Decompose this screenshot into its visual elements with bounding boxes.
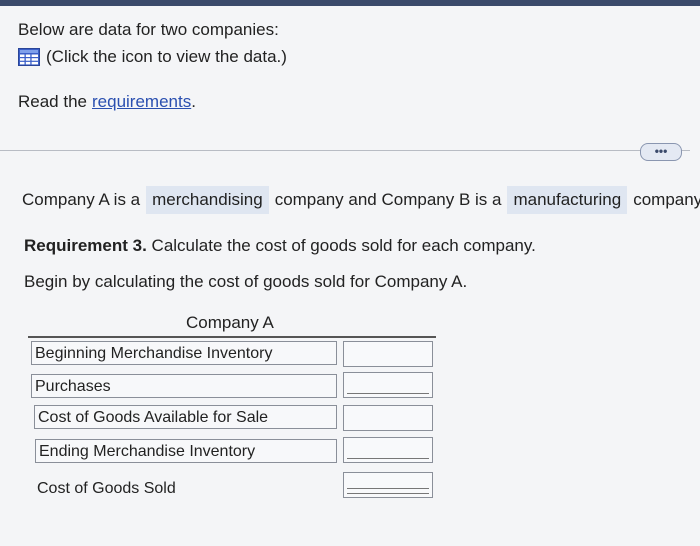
statement-part2: company and Company B is a [274,190,502,209]
value-input-ending-inventory[interactable] [343,437,433,463]
requirements-prefix: Read the [18,92,87,111]
statement-part3: company. [633,190,700,209]
requirements-link[interactable]: requirements [92,92,191,111]
table-title: Company A [186,313,274,332]
company-statement: Company A is a merchandising company and… [22,186,700,214]
data-link-row[interactable]: (Click the icon to view the data.) [18,47,287,67]
table-grid-icon[interactable] [18,48,40,66]
requirements-row: Read the requirements. [18,92,196,112]
section-divider [0,150,690,151]
highlight-manufacturing: manufacturing [507,186,628,214]
more-button[interactable]: ••• [640,143,682,161]
requirement-3-text: Calculate the cost of goods sold for eac… [146,236,536,255]
instruction-text: Begin by calculating the cost of goods s… [24,272,468,291]
requirement-3: Requirement 3. Calculate the cost of goo… [24,236,536,256]
top-strip [0,0,700,6]
label-dropdown-ending-inventory[interactable]: Ending Merchandise Inventory [35,439,337,463]
label-dropdown-cost-available[interactable]: Cost of Goods Available for Sale [34,405,337,429]
data-link-text: (Click the icon to view the data.) [46,47,287,66]
label-dropdown-purchases[interactable]: Purchases [31,374,337,398]
value-input-cost-of-goods-sold[interactable] [343,472,433,498]
label-dropdown-beginning-inventory[interactable]: Beginning Merchandise Inventory [31,341,337,365]
intro-text: Below are data for two companies: [18,20,279,39]
statement-part1: Company A is a [22,190,141,209]
requirements-suffix: . [191,92,196,111]
label-cost-of-goods-sold: Cost of Goods Sold [37,480,176,497]
table-header-rule [28,336,436,338]
value-input-beginning-inventory[interactable] [343,341,433,367]
highlight-merchandising: merchandising [146,186,269,214]
requirement-3-label: Requirement 3. [24,236,147,255]
value-input-purchases[interactable] [343,372,433,398]
value-input-cost-available[interactable] [343,405,433,431]
